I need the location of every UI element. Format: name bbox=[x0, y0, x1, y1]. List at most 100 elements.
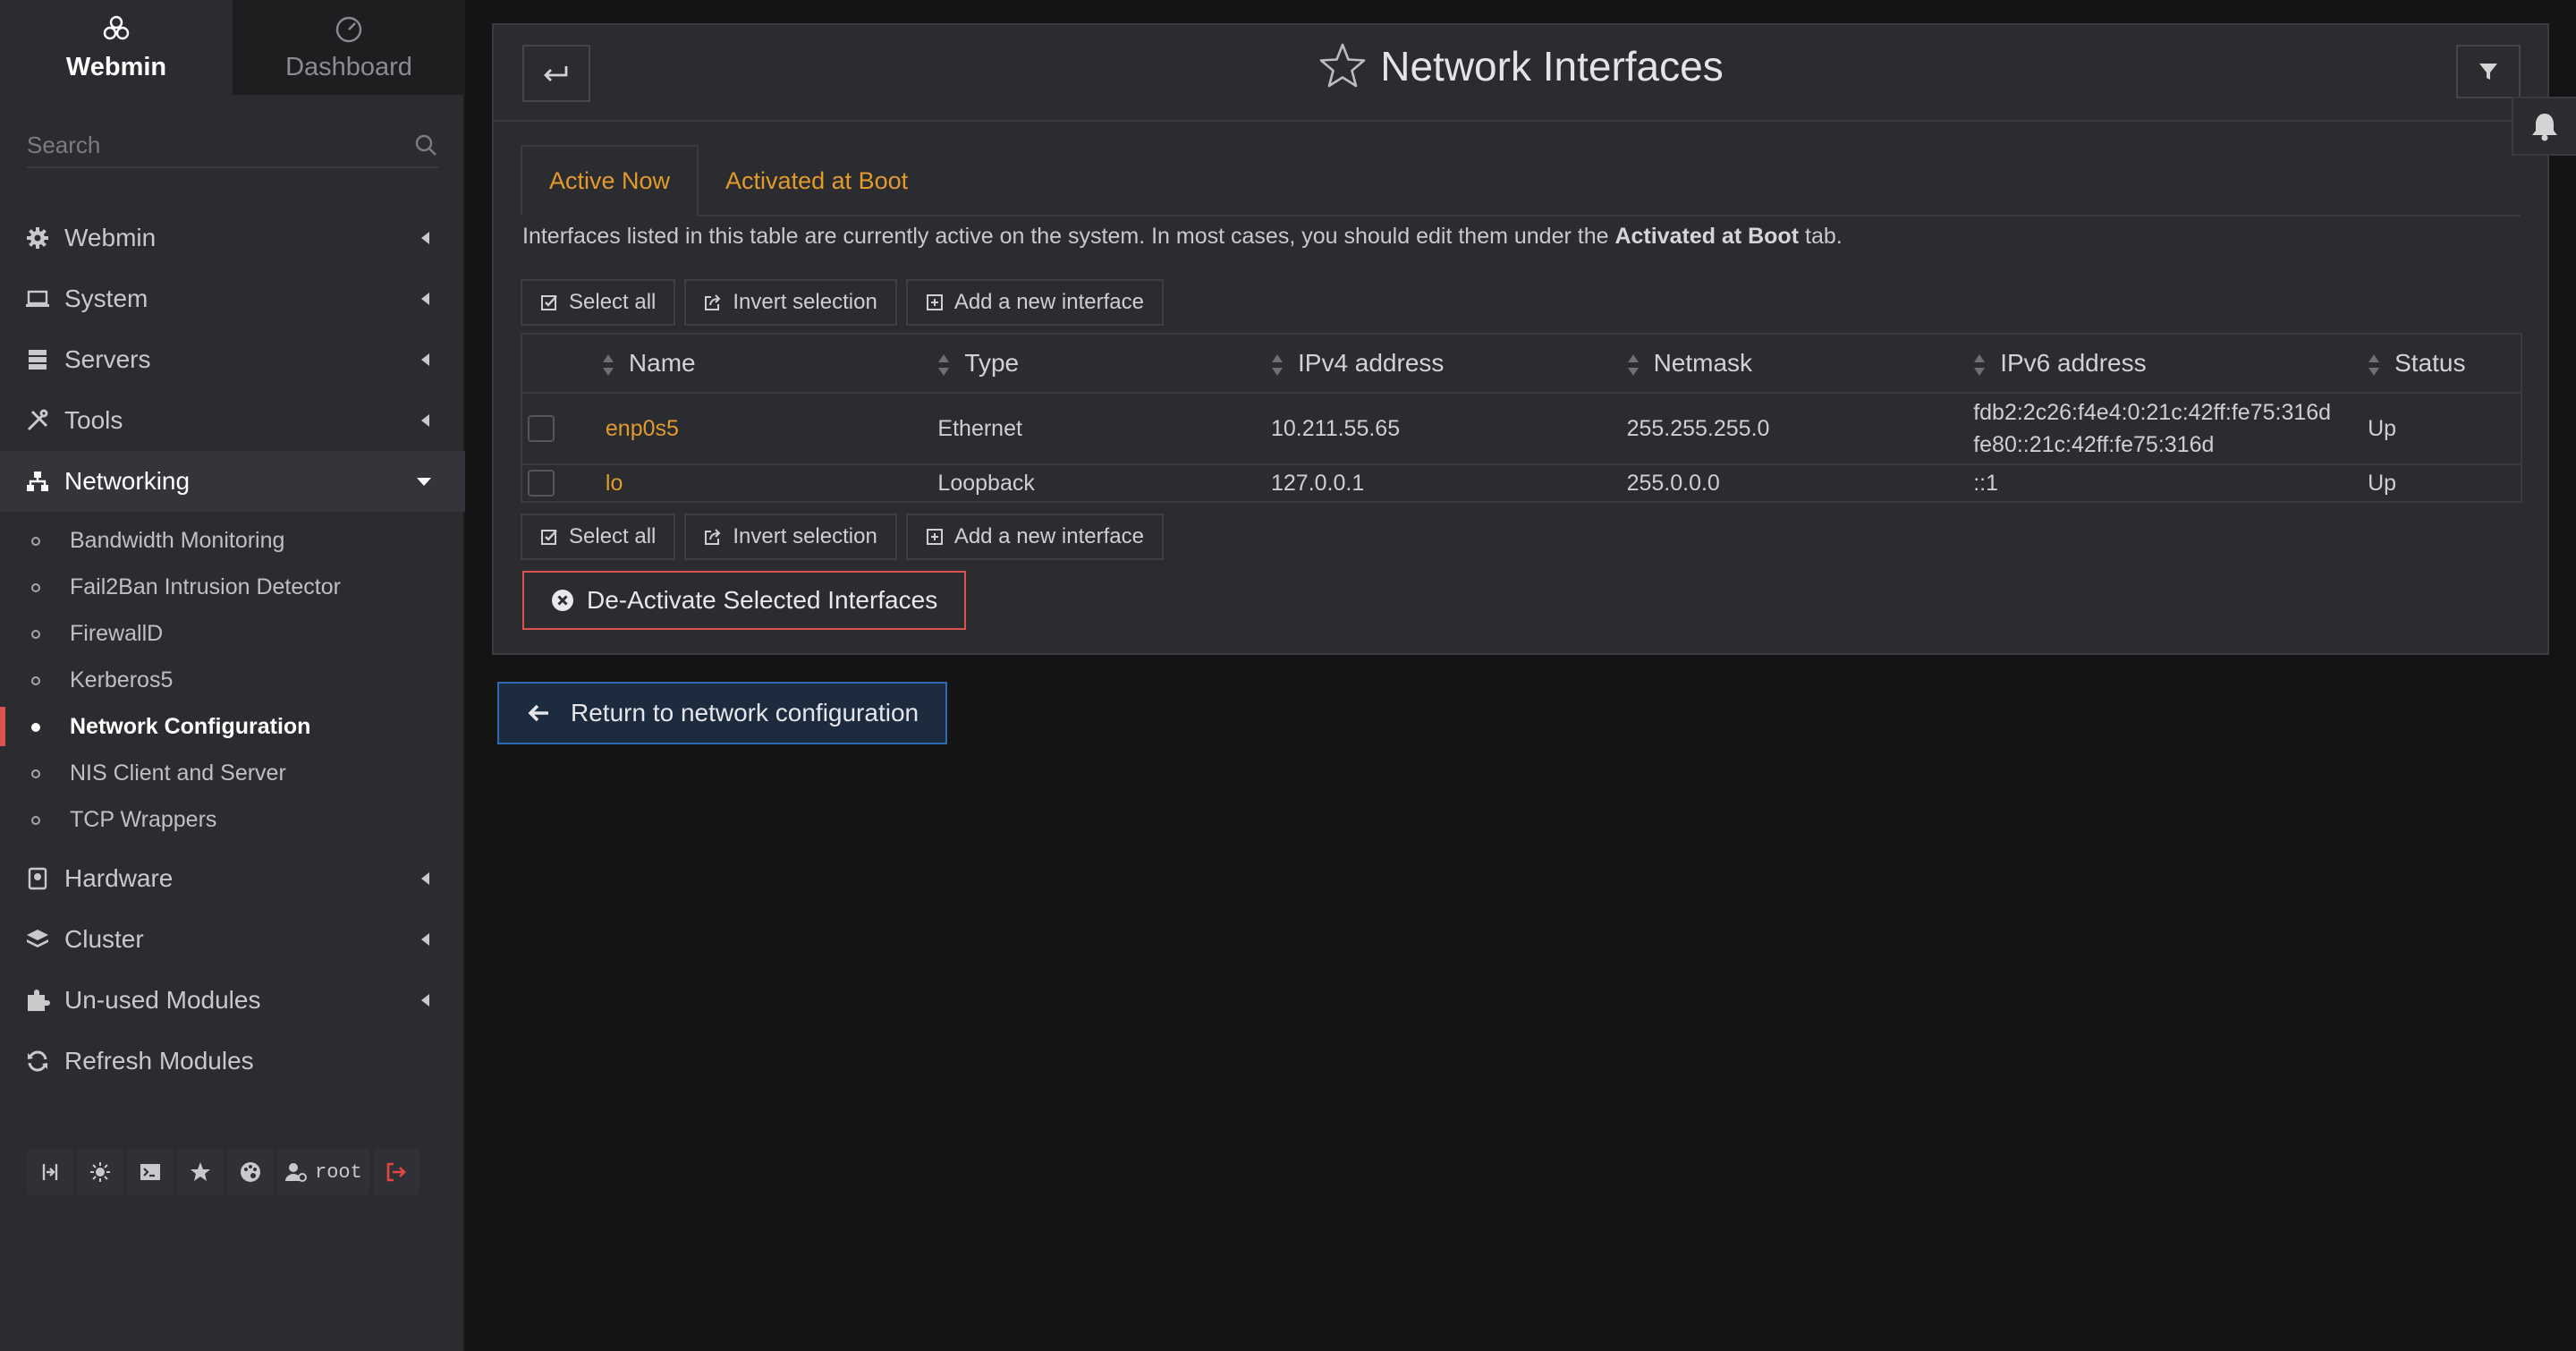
server-icon bbox=[25, 347, 50, 372]
tab-webmin[interactable]: Webmin bbox=[0, 0, 233, 95]
invert-selection-label: Invert selection bbox=[733, 524, 877, 548]
col-netmask-label: Netmask bbox=[1653, 349, 1753, 377]
interfaces-table: Name Type IPv4 address Netmask IPv6 addr… bbox=[521, 333, 2522, 503]
sort-icon bbox=[1271, 353, 1283, 376]
sub-label: TCP Wrappers bbox=[70, 806, 217, 832]
favorites-button[interactable] bbox=[177, 1149, 224, 1195]
type-cell: Loopback bbox=[937, 464, 1271, 503]
menu-item-networking[interactable]: Networking bbox=[0, 451, 465, 512]
select-all-button[interactable]: Select all bbox=[521, 279, 676, 326]
tools-icon bbox=[25, 408, 50, 433]
sort-icon bbox=[602, 353, 614, 376]
sub-label: Bandwidth Monitoring bbox=[70, 527, 285, 553]
check-square-icon bbox=[541, 530, 557, 545]
logout-button[interactable] bbox=[372, 1149, 419, 1195]
menu-item-refresh-modules[interactable]: Refresh Modules bbox=[0, 1031, 465, 1092]
menu-item-unused-modules[interactable]: Un-used Modules bbox=[0, 970, 465, 1031]
filter-icon bbox=[2479, 64, 2497, 80]
deactivate-selected-button[interactable]: De-Activate Selected Interfaces bbox=[522, 571, 967, 630]
sidebar-tabs: Webmin Dashboard bbox=[0, 0, 465, 95]
sidebar-item-fail2ban[interactable]: Fail2Ban Intrusion Detector bbox=[0, 564, 465, 610]
column-header-status[interactable]: Status bbox=[2368, 334, 2521, 394]
sub-label: Fail2Ban Intrusion Detector bbox=[70, 574, 341, 599]
tab-dashboard-label: Dashboard bbox=[285, 53, 412, 81]
hardware-icon bbox=[25, 866, 50, 891]
ipv4-cell: 10.211.55.65 bbox=[1270, 393, 1627, 465]
favorite-star-icon[interactable] bbox=[1318, 41, 1368, 91]
interface-name-link[interactable]: enp0s5 bbox=[606, 416, 679, 441]
arrow-left-icon bbox=[528, 704, 548, 722]
sidebar-menu: Webmin System Servers Tools Networking B… bbox=[0, 208, 465, 1092]
sidebar-search bbox=[27, 123, 438, 168]
theme-palette-button[interactable] bbox=[227, 1149, 274, 1195]
tab-active-now[interactable]: Active Now bbox=[521, 145, 699, 217]
sidebar-item-tcp-wrappers[interactable]: TCP Wrappers bbox=[0, 796, 465, 843]
column-header-ipv4[interactable]: IPv4 address bbox=[1270, 334, 1627, 394]
invert-selection-button[interactable]: Invert selection bbox=[684, 279, 897, 326]
ipv6-address: fe80::21c:42ff:fe75:316d bbox=[1973, 432, 2215, 457]
menu-item-servers[interactable]: Servers bbox=[0, 329, 465, 390]
sidebar-item-nis[interactable]: NIS Client and Server bbox=[0, 750, 465, 796]
laptop-icon bbox=[25, 286, 50, 311]
sort-icon bbox=[1974, 353, 1986, 376]
star-icon bbox=[191, 1162, 210, 1181]
interface-name-link[interactable]: lo bbox=[606, 471, 623, 496]
menu-label-networking: Networking bbox=[64, 467, 191, 495]
webmin-logo-icon bbox=[103, 15, 130, 40]
column-header-netmask[interactable]: Netmask bbox=[1626, 334, 1974, 394]
terminal-button[interactable] bbox=[127, 1149, 174, 1195]
notifications-button[interactable] bbox=[2512, 97, 2576, 156]
select-all-button[interactable]: Select all bbox=[521, 514, 676, 560]
sidebar-item-bandwidth-monitoring[interactable]: Bandwidth Monitoring bbox=[0, 517, 465, 564]
menu-item-webmin[interactable]: Webmin bbox=[0, 208, 465, 268]
add-interface-label: Add a new interface bbox=[953, 290, 1144, 314]
menu-item-cluster[interactable]: Cluster bbox=[0, 909, 465, 970]
menu-item-system[interactable]: System bbox=[0, 268, 465, 329]
collapse-sidebar-button[interactable] bbox=[27, 1149, 73, 1195]
sidebar-item-firewalld[interactable]: FirewallD bbox=[0, 610, 465, 657]
deactivate-label: De-Activate Selected Interfaces bbox=[587, 586, 938, 614]
search-icon[interactable] bbox=[413, 132, 438, 157]
collapse-icon bbox=[42, 1164, 58, 1180]
bullet-icon bbox=[31, 723, 40, 732]
menu-item-tools[interactable]: Tools bbox=[0, 390, 465, 451]
row-checkbox[interactable] bbox=[528, 470, 555, 497]
theme-toggle-button[interactable] bbox=[77, 1149, 123, 1195]
col-name-label: Name bbox=[628, 349, 696, 377]
bottom-button-row: Select all Invert selection Add a new in… bbox=[521, 514, 1164, 560]
column-header-name[interactable]: Name bbox=[601, 334, 938, 394]
invert-selection-button[interactable]: Invert selection bbox=[684, 514, 897, 560]
sub-label: Kerberos5 bbox=[70, 667, 174, 692]
caret-left-icon bbox=[421, 353, 429, 366]
ipv4-cell: 127.0.0.1 bbox=[1270, 464, 1627, 503]
plus-square-icon bbox=[926, 294, 943, 310]
menu-item-hardware[interactable]: Hardware bbox=[0, 848, 465, 909]
return-to-network-config-button[interactable]: Return to network configuration bbox=[497, 682, 948, 744]
filter-button[interactable] bbox=[2456, 45, 2521, 98]
menu-label-tools: Tools bbox=[64, 406, 123, 434]
ipv6-address: fdb2:2c26:f4e4:0:21c:42ff:fe75:316d bbox=[1973, 400, 2332, 425]
sidebar-item-kerberos5[interactable]: Kerberos5 bbox=[0, 657, 465, 703]
col-ipv6-label: IPv6 address bbox=[2000, 349, 2147, 377]
row-checkbox[interactable] bbox=[528, 415, 555, 442]
column-header-type[interactable]: Type bbox=[937, 334, 1271, 394]
page-description: Interfaces listed in this table are curr… bbox=[522, 224, 1843, 250]
status-cell: Up bbox=[2368, 393, 2521, 465]
select-column-header bbox=[521, 334, 602, 394]
tab-activated-at-boot[interactable]: Activated at Boot bbox=[699, 145, 935, 217]
sidebar-item-network-configuration[interactable]: Network Configuration bbox=[0, 703, 465, 750]
caret-left-icon bbox=[421, 414, 429, 427]
add-interface-button[interactable]: Add a new interface bbox=[905, 279, 1164, 326]
plus-square-icon bbox=[926, 529, 943, 545]
bell-icon bbox=[2532, 114, 2557, 141]
tab-dashboard[interactable]: Dashboard bbox=[233, 0, 465, 95]
search-input[interactable] bbox=[27, 131, 413, 159]
sidebar-footer: root bbox=[27, 1149, 419, 1195]
terminal-icon bbox=[140, 1164, 160, 1180]
times-circle-icon bbox=[552, 590, 573, 611]
caret-left-icon bbox=[421, 232, 429, 244]
bullet-icon bbox=[31, 630, 40, 639]
user-button[interactable]: root bbox=[277, 1149, 369, 1195]
column-header-ipv6[interactable]: IPv6 address bbox=[1973, 334, 2368, 394]
add-interface-button[interactable]: Add a new interface bbox=[905, 514, 1164, 560]
